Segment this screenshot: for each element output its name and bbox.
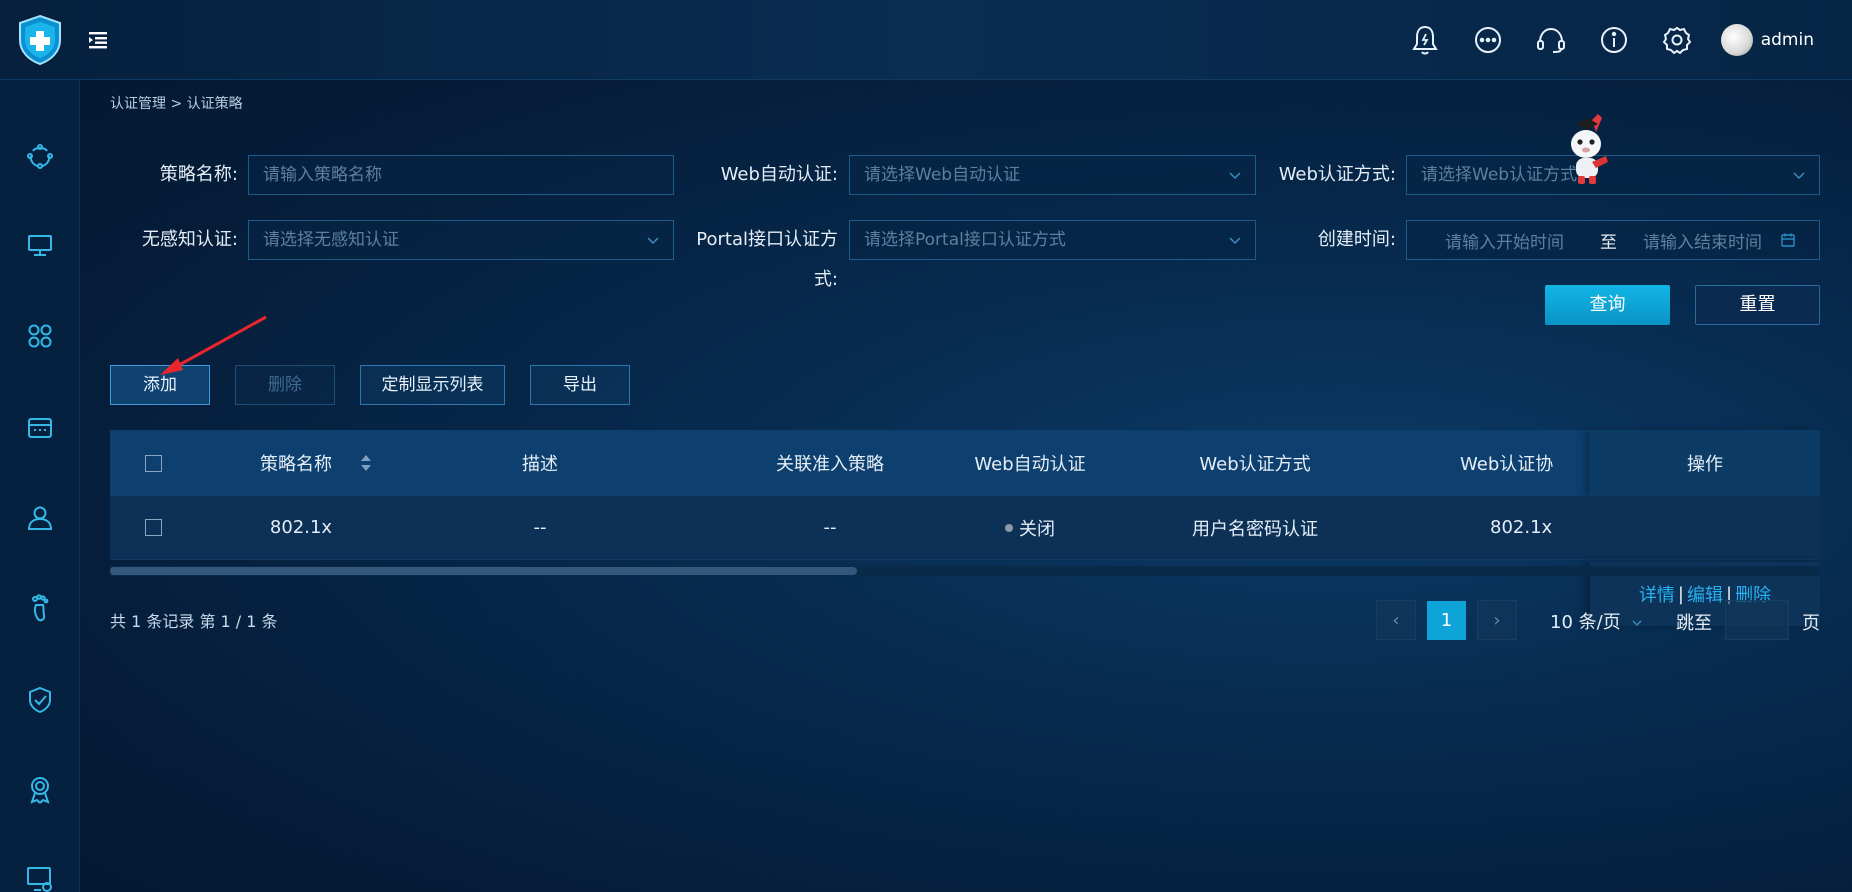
username[interactable]: admin [1761,30,1814,50]
apps-icon[interactable] [22,318,58,354]
breadcrumb-separator: > [170,96,183,112]
created-time-range[interactable]: 请输入开始时间 至 请输入结束时间 [1406,220,1820,260]
column-header-actions: 操作 [1687,454,1723,475]
table-row: 802.1x -- -- 关闭 用户名密码认证 802.1x 详情 | 编辑 |… [110,496,1820,626]
page-suffix: 页 [1802,613,1820,634]
breadcrumb-current: 认证策略 [186,96,243,112]
policy-name-label: 策略名称: [159,164,238,185]
sort-icon[interactable] [360,454,372,472]
user-icon[interactable] [22,500,58,536]
headset-icon[interactable] [1533,22,1569,58]
column-header-web-method: Web认证方式 [1199,454,1311,475]
page-size-select[interactable]: 10 条/页 [1550,608,1642,634]
screen-settings-icon[interactable] [22,862,58,892]
topology-icon[interactable] [22,138,58,174]
portal-auth-placeholder: 请选择Portal接口认证方式 [864,230,1066,250]
shield-check-icon[interactable] [22,682,58,718]
cell-web-method: 用户名密码认证 [1192,518,1318,540]
monitor-icon[interactable] [22,228,58,264]
actions-column-header: 操作 [1590,430,1820,496]
portal-auth-select[interactable]: 请选择Portal接口认证方式 [849,220,1256,260]
badge-icon[interactable] [22,772,58,808]
cell-linked-policy: -- [823,517,837,538]
next-page-button[interactable]: › [1477,600,1517,640]
mascot-icon [1571,114,1608,184]
page-size-value: 10 条/页 [1550,612,1621,633]
annotation-arrow-icon [160,315,267,375]
select-all-cell [110,430,196,496]
action-separator: | [1677,583,1684,605]
avatar[interactable] [1720,24,1753,56]
row-checkbox[interactable] [144,519,162,536]
select-all-checkbox[interactable] [144,454,162,472]
policy-name-input[interactable]: 请输入策略名称 [248,155,674,195]
top-bar: admin [0,0,1852,80]
page-1-button[interactable]: 1 [1427,601,1466,640]
info-icon[interactable] [1596,22,1632,58]
cell-web-auto: 关闭 [930,496,1130,559]
footprint-icon[interactable] [22,590,58,626]
web-method-placeholder: 请选择Web认证方式 [1421,165,1578,185]
custom-columns-button[interactable]: 定制显示列表 [360,365,505,405]
column-header-web-protocol: Web认证协 [1460,454,1554,475]
row-select-cell [110,496,196,559]
chevron-down-icon [1229,237,1241,245]
device-icon[interactable] [22,410,58,446]
sidebar [0,80,80,892]
export-button[interactable]: 导出 [530,365,630,405]
web-method-select[interactable]: 请选择Web认证方式 [1406,155,1820,195]
chevron-down-icon [647,237,659,245]
record-summary: 共 1 条记录 第 1 / 1 条 [110,612,278,631]
query-button[interactable]: 查询 [1545,285,1670,325]
cell-description: -- [533,517,547,538]
senseless-auth-select[interactable]: 请选择无感知认证 [248,220,674,260]
cell-web-auto-text: 关闭 [1019,518,1055,540]
cell-web-protocol: 802.1x [1490,517,1553,538]
jump-label: 跳至 [1676,613,1712,634]
jump-page-input[interactable] [1725,600,1789,640]
chevron-down-icon [1229,172,1241,180]
edit-link[interactable]: 编辑 [1687,581,1723,607]
web-auto-label: Web自动认证: [720,164,838,185]
gear-icon[interactable] [1659,22,1695,58]
status-dot [1005,523,1013,532]
policy-table: 策略名称 描述 关联准入策略 Web自动认证 Web认证方式 Web认证协 操作… [110,430,1820,626]
calendar-icon[interactable] [1780,232,1796,248]
range-separator: 至 [1600,232,1617,253]
logo-shield-icon[interactable] [16,14,64,66]
column-header-web-auto: Web自动认证 [974,454,1086,475]
web-auto-placeholder: 请选择Web自动认证 [864,165,1021,185]
detail-link[interactable]: 详情 [1639,581,1675,607]
breadcrumb: 认证管理 > 认证策略 [110,93,243,113]
chevron-down-icon [1632,620,1642,626]
reset-button[interactable]: 重置 [1695,285,1820,325]
header-actions: admin [1380,22,1814,58]
bell-icon[interactable] [1407,22,1443,58]
column-header-description: 描述 [522,454,558,475]
end-time-input[interactable]: 请输入结束时间 [1643,228,1762,253]
policy-name-placeholder: 请输入策略名称 [263,165,382,185]
menu-toggle-icon[interactable] [86,28,110,52]
prev-page-button[interactable]: ‹ [1376,600,1416,640]
table-header: 策略名称 描述 关联准入策略 Web自动认证 Web认证方式 Web认证协 操作 [110,430,1820,496]
portal-auth-label: Portal接口认证方式: [696,229,838,290]
created-time-label: 创建时间: [1317,229,1396,250]
column-header-linked-policy: 关联准入策略 [776,454,884,475]
chevron-down-icon [1793,172,1805,180]
scrollbar-thumb[interactable] [110,567,857,575]
senseless-auth-label: 无感知认证: [141,229,238,250]
cell-name: 802.1x [269,517,333,538]
breadcrumb-parent[interactable]: 认证管理 [110,96,166,112]
senseless-auth-placeholder: 请选择无感知认证 [263,230,399,250]
more-icon[interactable] [1470,22,1506,58]
web-method-label: Web认证方式: [1278,164,1396,185]
web-auto-select[interactable]: 请选择Web自动认证 [849,155,1256,195]
start-time-input[interactable]: 请输入开始时间 [1445,228,1564,253]
horizontal-scrollbar[interactable] [110,566,1820,576]
